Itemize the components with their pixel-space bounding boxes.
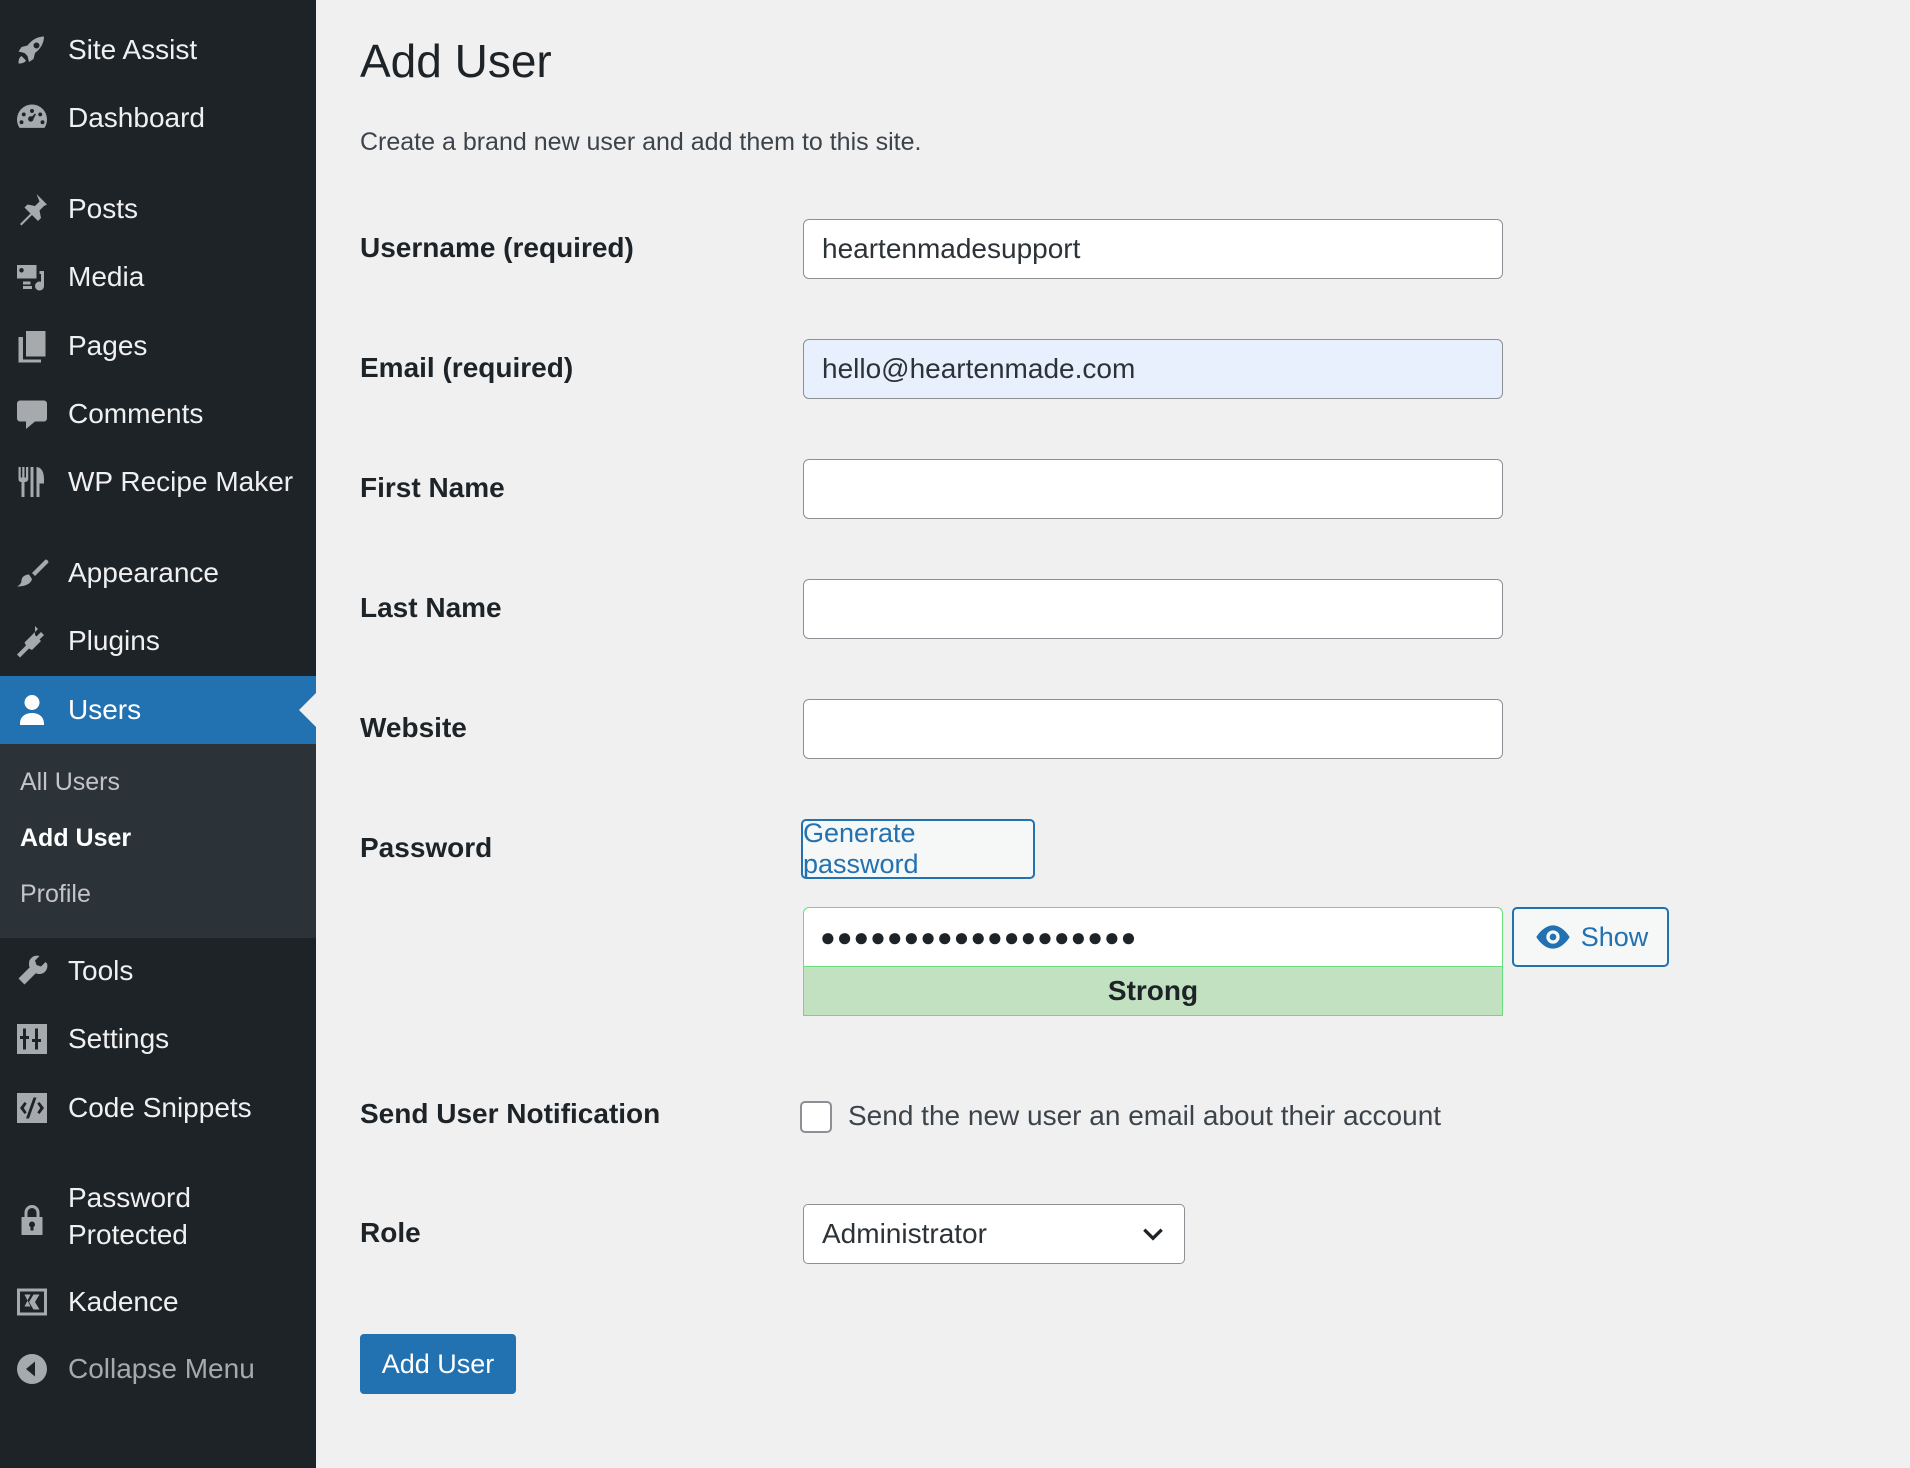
dashboard-icon xyxy=(12,98,52,138)
sidebar-item-label: WP Recipe Maker xyxy=(68,466,294,497)
page-description: Create a brand new user and add them to … xyxy=(360,128,922,156)
password-value: ●●●●●●●●●●●●●●●●●●● xyxy=(820,922,1138,952)
settings-icon xyxy=(12,1019,52,1059)
pages-icon xyxy=(12,326,52,366)
show-password-label: Show xyxy=(1580,921,1649,952)
rocket-icon xyxy=(12,30,52,70)
user-icon xyxy=(12,690,52,730)
sidebar-item-label: Settings xyxy=(68,1023,170,1054)
sidebar-item-label: Media xyxy=(68,261,145,292)
sidebar-item-label: Comments xyxy=(68,398,204,429)
show-password-button[interactable]: Show xyxy=(1512,907,1669,967)
plug-icon xyxy=(12,621,52,661)
sidebar-item-media[interactable]: Media xyxy=(0,243,316,311)
paintbrush-icon xyxy=(12,553,52,593)
submenu-item-add-user[interactable]: Add User xyxy=(20,824,131,853)
sidebar-item-label: Plugins xyxy=(68,625,160,656)
sidebar-item-posts[interactable]: Posts xyxy=(0,175,316,243)
role-value: Administrator xyxy=(822,1218,987,1249)
sidebar-item-label: Posts xyxy=(68,193,139,224)
sidebar-item-plugins[interactable]: Plugins xyxy=(0,607,316,675)
sidebar-item-pages[interactable]: Pages xyxy=(0,312,316,380)
chevron-down-icon xyxy=(1143,1228,1163,1241)
submenu-item-all-users[interactable]: All Users xyxy=(20,768,120,797)
email-label: Email (required) xyxy=(360,352,574,383)
lock-icon xyxy=(12,1200,52,1240)
username-field[interactable]: heartenmadesupport xyxy=(803,219,1503,279)
website-label: Website xyxy=(360,712,467,743)
sidebar-item-settings[interactable]: Settings xyxy=(0,1005,316,1073)
last-name-field[interactable] xyxy=(803,579,1503,639)
role-label: Role xyxy=(360,1217,421,1248)
send-notification-checkbox[interactable] xyxy=(800,1101,832,1133)
sidebar-collapse-menu[interactable]: Collapse Menu xyxy=(0,1335,316,1403)
add-user-submit-button[interactable]: Add User xyxy=(360,1334,516,1394)
username-value: heartenmadesupport xyxy=(822,233,1081,264)
first-name-label: First Name xyxy=(360,472,505,503)
submenu-item-profile[interactable]: Profile xyxy=(20,880,91,909)
sidebar-item-wp-recipe-maker[interactable]: WP Recipe Maker xyxy=(0,448,316,516)
utensils-icon xyxy=(12,462,52,502)
collapse-icon xyxy=(12,1349,52,1389)
notification-checkbox-label[interactable]: Send the new user an email about their a… xyxy=(848,1100,1441,1132)
pin-icon xyxy=(12,189,52,229)
sidebar-item-label: Users xyxy=(68,694,142,725)
password-strength-indicator: Strong xyxy=(803,966,1503,1016)
password-field[interactable]: ●●●●●●●●●●●●●●●●●●● xyxy=(803,907,1503,967)
users-submenu: All Users Add User Profile xyxy=(0,744,316,938)
wrench-icon xyxy=(12,951,52,991)
eye-icon xyxy=(1536,925,1570,949)
sidebar-item-code-snippets[interactable]: Code Snippets xyxy=(0,1074,316,1142)
generate-password-button[interactable]: Generate password xyxy=(801,818,1035,879)
sidebar-item-tools[interactable]: Tools xyxy=(0,937,316,1005)
sidebar-item-appearance[interactable]: Appearance xyxy=(0,539,316,607)
sidebar-item-dashboard[interactable]: Dashboard xyxy=(0,84,316,152)
email-field[interactable]: hello@heartenmade.com xyxy=(803,339,1503,399)
website-field[interactable] xyxy=(803,699,1503,759)
sidebar-item-label: Kadence xyxy=(68,1286,179,1317)
sidebar-item-label: Appearance xyxy=(68,557,220,588)
sidebar-item-password-protected[interactable]: Password Protected xyxy=(0,1170,316,1262)
sidebar-item-site-assist[interactable]: Site Assist xyxy=(0,16,316,84)
sidebar-item-users[interactable]: Users xyxy=(0,676,316,744)
last-name-label: Last Name xyxy=(360,592,502,623)
password-label: Password xyxy=(360,832,493,863)
media-icon xyxy=(12,257,52,297)
kadence-icon xyxy=(12,1282,52,1322)
sidebar-item-label: Pages xyxy=(68,330,148,361)
sidebar-item-label: Password Protected xyxy=(68,1182,191,1250)
role-select[interactable]: Administrator xyxy=(803,1204,1185,1264)
page-title: Add User xyxy=(360,35,552,87)
notification-label: Send User Notification xyxy=(360,1098,661,1129)
sidebar-item-label: Code Snippets xyxy=(68,1092,252,1123)
email-value: hello@heartenmade.com xyxy=(822,353,1136,384)
sidebar-item-kadence[interactable]: Kadence xyxy=(0,1268,316,1336)
sidebar-item-label: Dashboard xyxy=(68,102,205,133)
comment-icon xyxy=(12,394,52,434)
sidebar-item-label: Tools xyxy=(68,955,134,986)
admin-sidebar: Site Assist Dashboard Posts Media Pages … xyxy=(0,0,316,1468)
sidebar-item-label: Site Assist xyxy=(68,34,198,65)
sidebar-item-label: Collapse Menu xyxy=(68,1353,255,1384)
first-name-field[interactable] xyxy=(803,459,1503,519)
main-content: Add User Create a brand new user and add… xyxy=(316,0,1910,1468)
username-label: Username (required) xyxy=(360,232,634,263)
sidebar-item-comments[interactable]: Comments xyxy=(0,380,316,448)
code-icon xyxy=(12,1088,52,1128)
